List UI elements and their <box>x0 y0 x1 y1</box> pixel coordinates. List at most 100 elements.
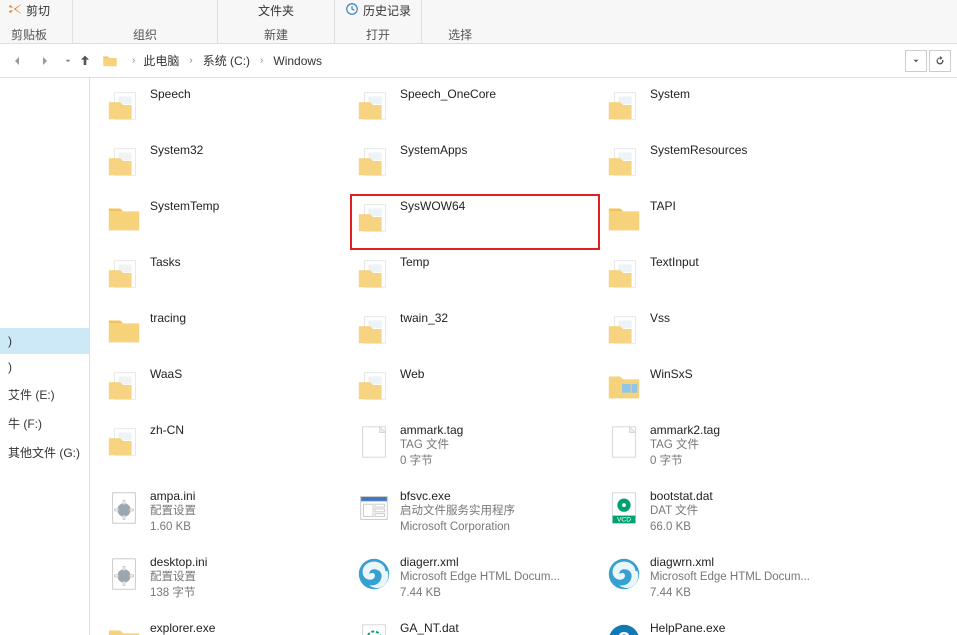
file-tile[interactable]: ammark2.tagTAG 文件0 字节 <box>600 418 850 484</box>
nav-item-0[interactable]: ) <box>0 328 89 354</box>
file-name: ampa.ini <box>150 488 196 504</box>
file-tile[interactable]: Web <box>350 362 600 418</box>
file-tile[interactable]: System <box>600 82 850 138</box>
file-name: bootstat.dat <box>650 488 713 504</box>
ribbon-group-open: 历史记录 打开 <box>335 0 422 44</box>
folder-faded-icon <box>104 86 144 126</box>
file-tile[interactable]: HelpPane.exeMicrosoft 帮助和支持 <box>600 616 850 635</box>
file-tile[interactable]: zh-CN <box>100 418 350 474</box>
file-tile[interactable]: TextInput <box>600 250 850 306</box>
file-tile[interactable]: SystemResources <box>600 138 850 194</box>
file-name: diagerr.xml <box>400 554 560 570</box>
file-tile[interactable]: diagerr.xmlMicrosoft Edge HTML Docum...7… <box>350 550 600 616</box>
file-tile[interactable]: desktop.ini配置设置138 字节 <box>100 550 350 616</box>
file-tile[interactable]: System32 <box>100 138 350 194</box>
file-tile[interactable]: Speech <box>100 82 350 138</box>
cut-button[interactable]: 剪切 <box>8 2 50 19</box>
file-sub2: 7.44 KB <box>650 586 810 602</box>
file-name: Web <box>400 366 424 382</box>
nav-item-2[interactable]: 艾件 (E:) <box>0 380 89 409</box>
address-bar-row: › 此电脑 › 系统 (C:) › Windows <box>0 44 957 78</box>
file-name: ammark2.tag <box>650 422 720 438</box>
file-tile[interactable]: diagwrn.xmlMicrosoft Edge HTML Docum...7… <box>600 550 850 616</box>
organize-group-label: 组织 <box>133 26 157 44</box>
file-name: diagwrn.xml <box>650 554 810 570</box>
file-name: SystemResources <box>650 142 747 158</box>
crumb-sep-1: › <box>189 55 192 66</box>
crumb-0[interactable]: 此电脑 <box>143 52 179 69</box>
nav-item-4[interactable]: 其他文件 (G:) <box>0 438 89 467</box>
vcd-outline-icon <box>354 620 394 635</box>
file-sub2: 1.60 KB <box>150 520 196 536</box>
ribbon-group-clipboard: 剪切 剪贴板 <box>4 0 73 44</box>
folder-faded-icon <box>354 366 394 406</box>
file-name: tracing <box>150 310 186 326</box>
file-sub1: 配置设置 <box>150 504 196 520</box>
help-icon <box>604 620 644 635</box>
ribbon-group-new: 文件夹 新建 <box>218 0 335 44</box>
nav-item-3[interactable]: 牛 (F:) <box>0 409 89 438</box>
file-sub2: 138 字节 <box>150 586 207 602</box>
file-name: GA_NT.dat <box>400 620 459 635</box>
folder-faded-icon <box>104 254 144 294</box>
file-name: SysWOW64 <box>400 198 465 214</box>
file-tile[interactable]: Speech_OneCore <box>350 82 600 138</box>
file-tile[interactable]: bfsvc.exe启动文件服务实用程序Microsoft Corporation <box>350 484 600 550</box>
file-name: System <box>650 86 690 102</box>
file-tile[interactable]: ammark.tagTAG 文件0 字节 <box>350 418 600 484</box>
file-sub1: Microsoft Edge HTML Docum... <box>400 570 560 586</box>
file-sub1: DAT 文件 <box>650 504 713 520</box>
file-name: SystemApps <box>400 142 467 158</box>
ribbon-group-organize: 组织 <box>73 0 218 44</box>
file-tile[interactable]: SystemApps <box>350 138 600 194</box>
nav-dropdown-button[interactable] <box>62 50 74 72</box>
breadcrumb[interactable]: 此电脑 › 系统 (C:) › Windows <box>141 52 905 69</box>
address-dropdown-button[interactable] <box>905 50 927 72</box>
breadcrumb-sep-0: › <box>132 55 135 66</box>
nav-up-button[interactable] <box>74 50 96 72</box>
file-name: twain_32 <box>400 310 448 326</box>
file-sub2: 7.44 KB <box>400 586 560 602</box>
file-sub1: 配置设置 <box>150 570 207 586</box>
nav-back-button[interactable] <box>6 50 28 72</box>
crumb-2[interactable]: Windows <box>273 54 322 68</box>
file-tile[interactable]: tracing <box>100 306 350 362</box>
folder-faded-icon <box>354 86 394 126</box>
file-name: SystemTemp <box>150 198 219 214</box>
file-tile[interactable]: SystemTemp <box>100 194 350 250</box>
file-tile[interactable]: SysWOW64 <box>350 194 600 250</box>
nav-forward-button[interactable] <box>34 50 56 72</box>
file-name: zh-CN <box>150 422 184 438</box>
vcd-icon <box>604 488 644 528</box>
open-group-label: 打开 <box>366 26 390 44</box>
file-name: TextInput <box>650 254 699 270</box>
file-tile[interactable]: explorer.exeWindows 资源管理器 <box>100 616 350 635</box>
file-grid[interactable]: SpeechSpeech_OneCore System System32 System… <box>90 78 957 635</box>
file-sub1: Microsoft Edge HTML Docum... <box>650 570 810 586</box>
nav-item-1[interactable]: ) <box>0 354 89 380</box>
file-tile[interactable]: WinSxS <box>600 362 850 418</box>
file-tile[interactable]: TAPI <box>600 194 850 250</box>
file-sub1: TAG 文件 <box>400 438 463 454</box>
file-tile[interactable]: Temp <box>350 250 600 306</box>
file-name: Tasks <box>150 254 181 270</box>
crumb-1[interactable]: 系统 (C:) <box>203 52 250 69</box>
folder-open-icon <box>104 620 144 635</box>
folder-icon <box>604 198 644 238</box>
navigation-pane[interactable]: ) ) 艾件 (E:) 牛 (F:) 其他文件 (G:) <box>0 78 90 635</box>
folder-faded-icon <box>354 254 394 294</box>
file-tile[interactable]: WaaS <box>100 362 350 418</box>
file-name: ammark.tag <box>400 422 463 438</box>
file-tile[interactable]: bootstat.datDAT 文件66.0 KB <box>600 484 850 550</box>
tag-icon <box>604 422 644 462</box>
file-sub2: 0 字节 <box>400 454 463 470</box>
file-tile[interactable]: Tasks <box>100 250 350 306</box>
file-tile[interactable]: Vss <box>600 306 850 362</box>
file-tile[interactable]: twain_32 <box>350 306 600 362</box>
refresh-button[interactable] <box>929 50 951 72</box>
cut-label: 剪切 <box>26 2 50 19</box>
new-group-label: 新建 <box>264 26 288 44</box>
history-button[interactable]: 历史记录 <box>345 2 411 19</box>
file-tile[interactable]: ampa.ini配置设置1.60 KB <box>100 484 350 550</box>
file-tile[interactable]: GA_NT.datDAT 文件 <box>350 616 600 635</box>
